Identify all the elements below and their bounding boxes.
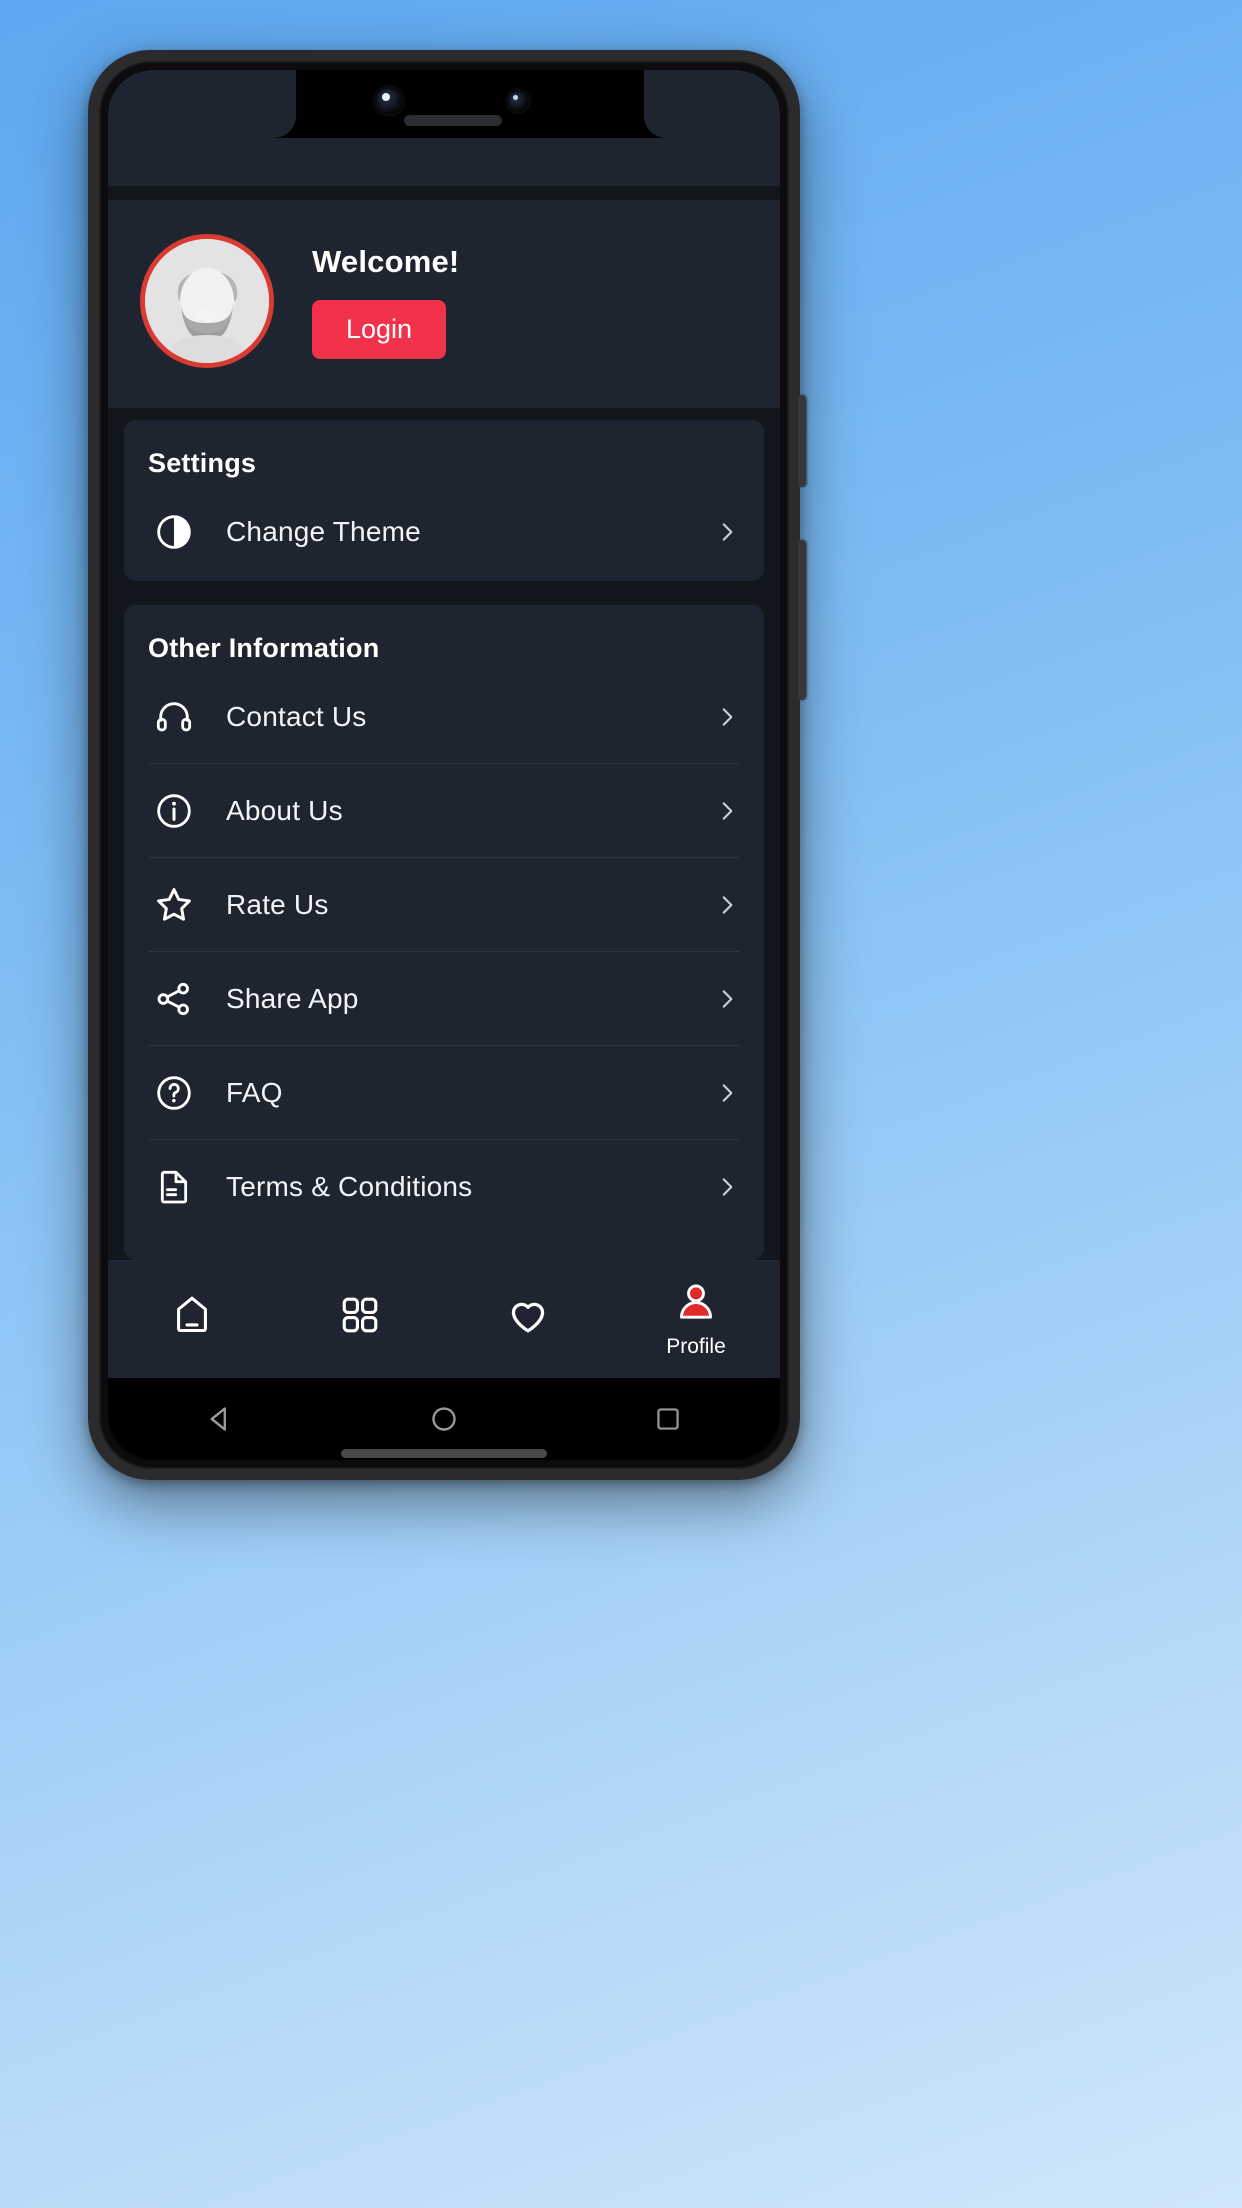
- tab-favorites[interactable]: [444, 1292, 612, 1347]
- other-information-card: Other Information Contact Us About Us Ra…: [124, 605, 764, 1260]
- home-icon: [169, 1292, 215, 1343]
- other-item-terms-and-conditions[interactable]: Terms & Conditions: [148, 1140, 740, 1234]
- other-item-label: Share App: [226, 982, 359, 1014]
- login-button[interactable]: Login: [312, 299, 447, 359]
- profile-header: Welcome! Login: [108, 200, 780, 408]
- settings-item-change-theme[interactable]: Change Theme: [148, 485, 740, 579]
- notch-area: [108, 70, 780, 138]
- chevron-right-icon: [714, 704, 740, 730]
- share-nodes-icon: [148, 973, 200, 1025]
- status-bar-left: [108, 70, 296, 138]
- recents-square-icon[interactable]: [618, 1389, 718, 1449]
- grid-icon: [338, 1293, 382, 1342]
- tab-categories[interactable]: [276, 1293, 444, 1346]
- other-card-title: Other Information: [148, 633, 380, 663]
- chevron-right-icon: [714, 892, 740, 918]
- back-triangle-icon[interactable]: [170, 1389, 270, 1449]
- android-navigation-bar: [108, 1378, 780, 1460]
- home-indicator: [341, 1449, 547, 1458]
- avatar-illustration: [145, 239, 269, 363]
- status-bar-right: [644, 70, 780, 138]
- settings-item-label: Change Theme: [226, 516, 421, 547]
- other-item-about-us[interactable]: About Us: [148, 764, 740, 858]
- tab-profile[interactable]: Profile: [612, 1280, 780, 1359]
- info-circle-icon: [148, 785, 200, 837]
- device-bezel: Welcome! Login Settings Change Theme Oth…: [99, 61, 789, 1469]
- header-separator: [108, 186, 780, 200]
- headset-icon: [148, 691, 200, 743]
- profile-text-block: Welcome! Login: [312, 244, 459, 359]
- tab-profile-label: Profile: [666, 1335, 726, 1358]
- person-icon: [673, 1280, 719, 1331]
- earpiece-speaker: [404, 115, 502, 126]
- front-camera-icon: [376, 88, 402, 114]
- chevron-right-icon: [714, 519, 740, 545]
- other-item-share-app[interactable]: Share App: [148, 952, 740, 1046]
- other-item-label: Contact Us: [226, 700, 367, 732]
- chevron-right-icon: [714, 1174, 740, 1200]
- tab-home[interactable]: [108, 1292, 276, 1347]
- contrast-icon: [148, 506, 200, 558]
- document-text-icon: [148, 1161, 200, 1213]
- other-item-label: About Us: [226, 794, 343, 826]
- welcome-title: Welcome!: [312, 243, 460, 279]
- other-item-faq[interactable]: FAQ: [148, 1046, 740, 1140]
- volume-button[interactable]: [798, 395, 806, 487]
- phone-device: Welcome! Login Settings Change Theme Oth…: [88, 50, 806, 1480]
- other-item-label: FAQ: [226, 1076, 283, 1108]
- bottom-tab-bar: Profile: [108, 1260, 780, 1378]
- chevron-right-icon: [714, 986, 740, 1012]
- other-item-label: Rate Us: [226, 888, 329, 920]
- power-button[interactable]: [798, 540, 806, 700]
- other-item-label: Terms & Conditions: [226, 1171, 473, 1202]
- app-content: Welcome! Login Settings Change Theme Oth…: [108, 200, 780, 1460]
- star-outline-icon: [148, 879, 200, 931]
- question-circle-icon: [148, 1067, 200, 1119]
- sensor-icon: [508, 91, 528, 111]
- avatar[interactable]: [140, 234, 274, 368]
- home-circle-icon[interactable]: [394, 1389, 494, 1449]
- settings-card: Settings Change Theme: [124, 420, 764, 581]
- chevron-right-icon: [714, 1080, 740, 1106]
- status-bar-strip: [108, 138, 780, 186]
- settings-card-title: Settings: [148, 448, 257, 478]
- phone-screen: Welcome! Login Settings Change Theme Oth…: [108, 70, 780, 1460]
- chevron-right-icon: [714, 798, 740, 824]
- heart-icon: [505, 1292, 551, 1343]
- other-item-contact-us[interactable]: Contact Us: [148, 670, 740, 764]
- other-item-rate-us[interactable]: Rate Us: [148, 858, 740, 952]
